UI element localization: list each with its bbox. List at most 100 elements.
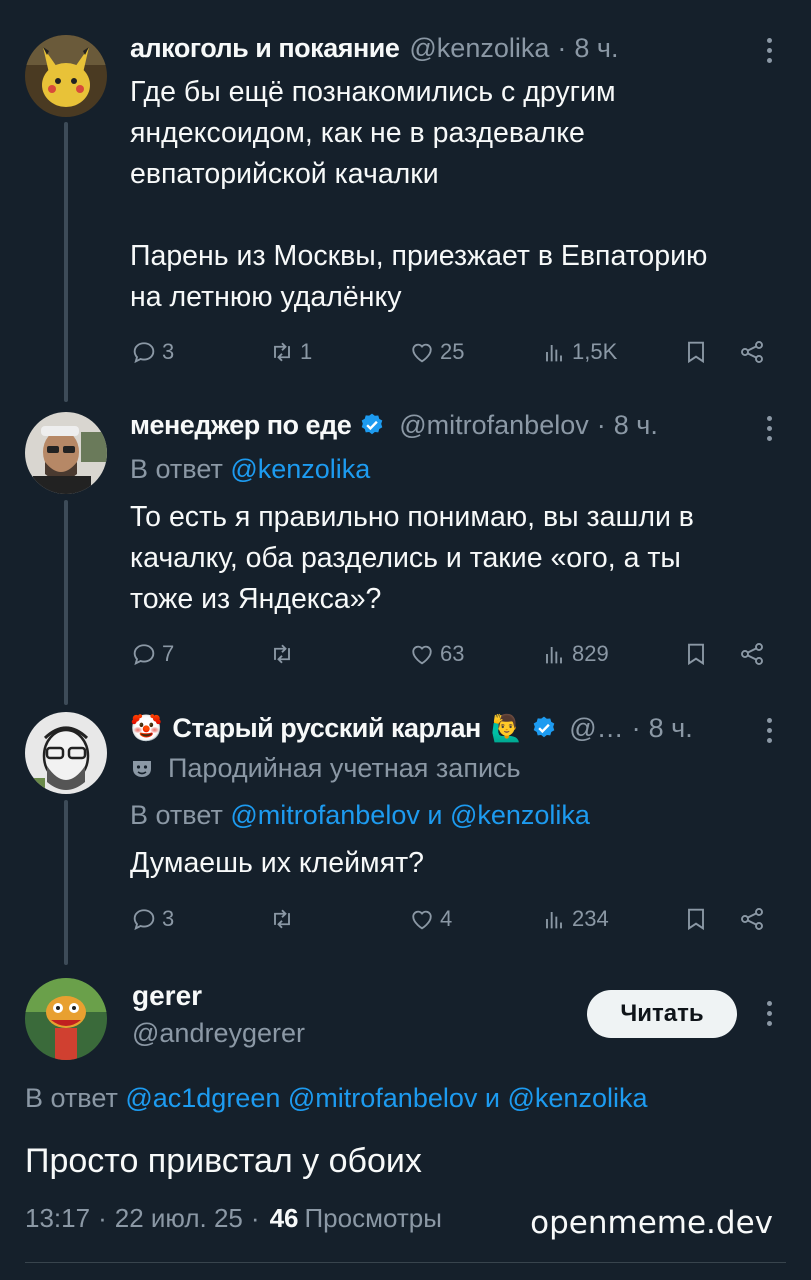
retweet-button[interactable] (268, 636, 300, 672)
retweet-button[interactable]: 1 (268, 334, 312, 370)
views-count: 234 (572, 906, 609, 931)
tweet-actions: 3 4 234 (130, 901, 781, 937)
verified-badge-icon (361, 413, 383, 435)
share-button[interactable] (738, 334, 770, 370)
divider (25, 1262, 786, 1263)
mention-link[interactable]: @ac1dgreen (125, 1083, 280, 1113)
user-handle[interactable]: @kenzolika (409, 33, 549, 64)
mention-link[interactable]: @kenzolika (450, 800, 590, 830)
reply-button[interactable]: 3 (130, 901, 174, 937)
user-handle[interactable]: @… (569, 713, 623, 744)
reply-icon (133, 342, 155, 364)
reply-count: 7 (162, 641, 175, 666)
reply-and: и (427, 800, 443, 830)
display-name[interactable]: алкоголь и покаяние (130, 33, 400, 64)
reply-count: 3 (162, 906, 175, 931)
bookmark-button[interactable] (682, 334, 714, 370)
avatar[interactable] (25, 412, 107, 494)
retweet-icon (274, 644, 290, 664)
person-raising-hand-emoji-icon: 🙋‍♂️ (490, 712, 524, 743)
retweet-icon (274, 909, 290, 929)
parody-mask-icon (133, 760, 151, 777)
reply-prefix: В ответ (130, 800, 223, 830)
reply-count: 3 (162, 339, 175, 364)
tweet-header: 🤡 Старый русский карлан 🙋‍♂️ @… · 8 ч. (130, 708, 781, 748)
bookmark-button[interactable] (682, 901, 714, 937)
mention-link[interactable]: @kenzolika (230, 454, 370, 484)
retweet-count: 1 (300, 339, 313, 364)
parody-label: Пародийная учетная запись (130, 753, 521, 784)
tweet-date[interactable]: 22 июл. 25 (115, 1203, 243, 1234)
views-button[interactable]: 1,5K (540, 334, 617, 370)
follow-button[interactable]: Читать (587, 990, 737, 1038)
thread-line (64, 800, 68, 965)
tweet-time[interactable]: 8 ч. (614, 410, 658, 441)
heart-icon (412, 343, 432, 363)
tweet-text: Где бы ещё познакомились с другим яндекс… (130, 76, 708, 313)
separator-dot: · (557, 32, 567, 63)
share-button[interactable] (738, 636, 770, 672)
separator-dot: · (250, 1203, 260, 1233)
retweet-button[interactable] (268, 901, 300, 937)
share-button[interactable] (738, 901, 770, 937)
avatar[interactable] (25, 978, 107, 1060)
like-count: 63 (440, 641, 465, 666)
tweet-meta: 13:17 · 22 июл. 25 · 46 Просмотры (25, 1203, 442, 1234)
display-name[interactable]: Старый русский карлан (172, 713, 481, 744)
tweet-text: Думаешь их клеймят? (130, 847, 424, 879)
views-label: Просмотры (304, 1203, 442, 1233)
more-options-icon[interactable] (759, 30, 779, 70)
tweet-time[interactable]: 13:17 (25, 1203, 90, 1234)
share-icon (741, 341, 763, 363)
views-icon (546, 912, 562, 929)
retweet-icon (274, 342, 290, 362)
reply-button[interactable]: 7 (130, 636, 174, 672)
tweet-time[interactable]: 8 ч. (574, 33, 618, 64)
tweet-text: Просто привстал у обоих (25, 1142, 422, 1180)
views-icon (546, 345, 562, 362)
user-handle[interactable]: @andreygerer (132, 1018, 305, 1049)
like-count: 25 (440, 339, 465, 364)
heart-icon (412, 645, 432, 665)
separator-dot: · (596, 409, 606, 440)
views-button[interactable]: 234 (540, 901, 609, 937)
bookmark-button[interactable] (682, 636, 714, 672)
reply-and: и (484, 1083, 500, 1113)
mention-link[interactable]: @kenzolika (508, 1083, 648, 1113)
clown-emoji-icon: 🤡 (130, 712, 163, 743)
more-options-icon[interactable] (759, 408, 779, 448)
mention-link[interactable]: @mitrofanbelov (230, 800, 420, 830)
reply-prefix: В ответ (130, 454, 223, 484)
more-options-icon[interactable] (759, 710, 779, 750)
more-options-icon[interactable] (759, 993, 779, 1033)
user-handle[interactable]: @mitrofanbelov (399, 410, 589, 441)
like-button[interactable]: 63 (408, 636, 464, 672)
parody-label-text: Пародийная учетная запись (168, 753, 521, 783)
thread-line (64, 122, 68, 402)
views-icon (546, 647, 562, 664)
reply-prefix: В ответ (25, 1083, 118, 1113)
mention-link[interactable]: @mitrofanbelov (288, 1083, 478, 1113)
reply-context: В ответ @kenzolika (130, 454, 370, 485)
display-name[interactable]: gerer (132, 980, 202, 1012)
views-button[interactable]: 829 (540, 636, 609, 672)
bookmark-icon (688, 341, 704, 364)
separator-dot: · (631, 712, 641, 743)
avatar[interactable] (25, 712, 107, 794)
bookmark-icon (688, 908, 704, 931)
verified-badge-icon (533, 716, 555, 738)
watermark: openmeme.dev (530, 1205, 773, 1241)
avatar[interactable] (25, 35, 107, 117)
reply-button[interactable]: 3 (130, 334, 174, 370)
reply-icon (133, 909, 155, 931)
views-count: 1,5K (572, 339, 618, 364)
views-count: 829 (572, 641, 609, 666)
display-name[interactable]: менеджер по еде (130, 410, 352, 441)
share-icon (741, 643, 763, 665)
reply-context: В ответ @ac1dgreen @mitrofanbelov и @ken… (25, 1083, 647, 1114)
tweet-time[interactable]: 8 ч. (649, 713, 693, 744)
thread-line (64, 500, 68, 705)
like-button[interactable]: 4 (408, 901, 452, 937)
like-button[interactable]: 25 (408, 334, 464, 370)
heart-icon (412, 910, 432, 930)
